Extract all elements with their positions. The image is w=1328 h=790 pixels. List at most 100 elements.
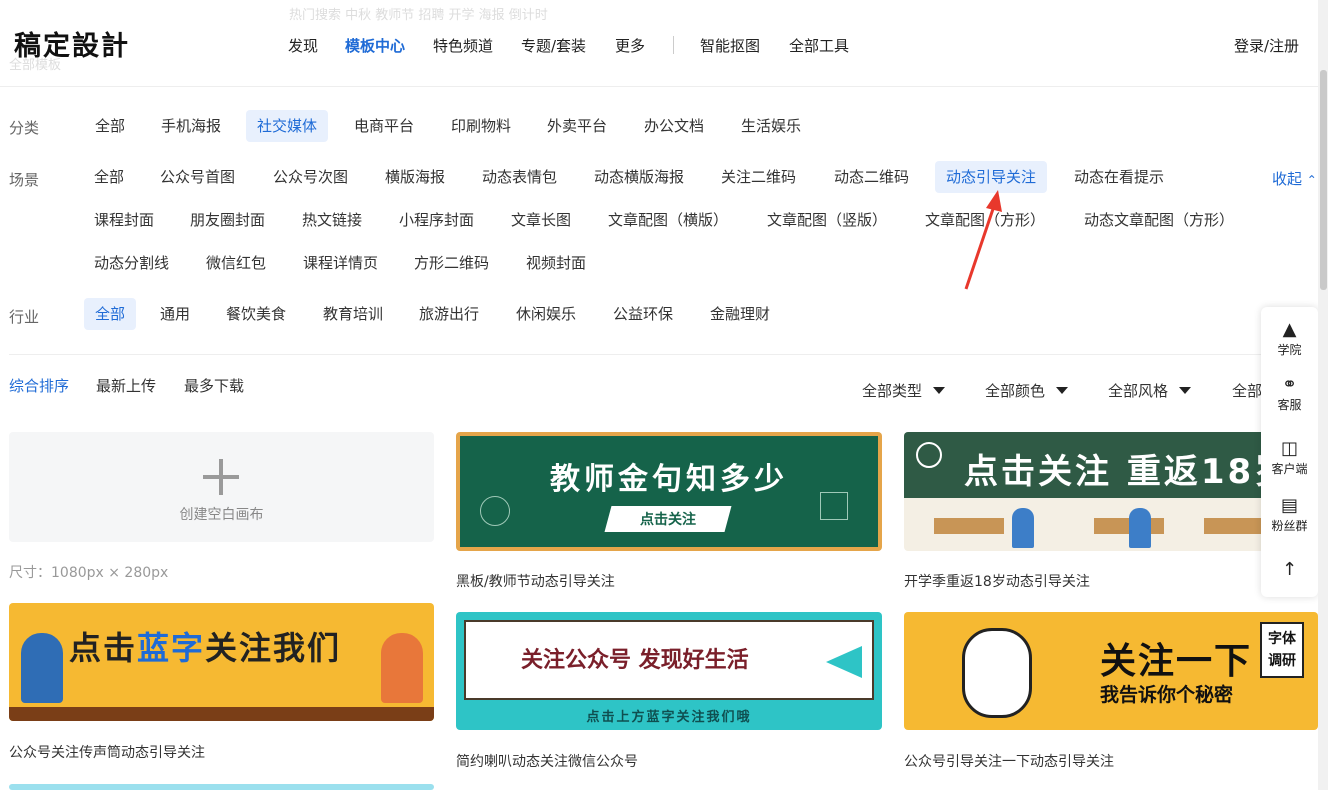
- nav-all-tools[interactable]: 全部工具: [789, 35, 849, 56]
- sort-comprehensive[interactable]: 综合排序: [9, 375, 69, 396]
- side-desktop-client[interactable]: ◫ 客户端: [1261, 438, 1318, 477]
- sort-most-downloaded[interactable]: 最多下载: [184, 375, 244, 396]
- scene-article-image-landscape[interactable]: 文章配图（横版）: [597, 204, 739, 236]
- category-print[interactable]: 印刷物料: [440, 110, 522, 142]
- graduation-cap-icon: ▲: [1282, 319, 1297, 340]
- template-art-subtitle: 点击上方蓝字关注我们哦: [586, 710, 752, 725]
- doodle-icon: [820, 492, 848, 520]
- scene-square-qrcode[interactable]: 方形二维码: [403, 247, 500, 279]
- chat-bubble-icon: ▤: [1280, 495, 1298, 516]
- scene-follow-qrcode[interactable]: 关注二维码: [710, 161, 807, 193]
- template-art-badge: 字体调研: [1260, 622, 1304, 678]
- template-card-blackboard[interactable]: 教师金句知多少 点击关注: [456, 432, 882, 551]
- nav-topics-sets[interactable]: 专题/套装: [521, 35, 586, 56]
- scene-miniapp-cover[interactable]: 小程序封面: [388, 204, 485, 236]
- scene-wechat-secondary[interactable]: 公众号次图: [262, 161, 359, 193]
- side-support[interactable]: ⚭ 客服: [1261, 374, 1318, 413]
- filter-divider: [9, 354, 1314, 355]
- category-mobile-poster[interactable]: 手机海报: [150, 110, 232, 142]
- scrollbar-thumb[interactable]: [1320, 70, 1327, 290]
- scene-animated-landscape-poster[interactable]: 动态横版海报: [583, 161, 695, 193]
- scene-all[interactable]: 全部: [83, 161, 135, 193]
- industry-environment[interactable]: 公益环保: [602, 298, 684, 330]
- side-academy-label: 学院: [1277, 343, 1302, 357]
- category-all[interactable]: 全部: [84, 110, 136, 142]
- caret-down-icon: [933, 387, 946, 394]
- scene-hot-article-link[interactable]: 热文链接: [291, 204, 373, 236]
- collapse-button[interactable]: 收起 ⌃: [1272, 168, 1317, 189]
- scene-animated-qrcode[interactable]: 动态二维码: [823, 161, 920, 193]
- category-lifestyle[interactable]: 生活娱乐: [730, 110, 812, 142]
- canvas-size-text: 尺寸：1080px × 280px: [9, 565, 169, 581]
- industry-all[interactable]: 全部: [84, 298, 137, 330]
- scene-animated-article-image-square[interactable]: 动态文章配图（方形）: [1073, 204, 1245, 236]
- template-caption[interactable]: 黑板/教师节动态引导关注: [456, 571, 615, 591]
- nav-discover[interactable]: 发现: [288, 35, 318, 56]
- scene-landscape-poster[interactable]: 横版海报: [374, 161, 456, 193]
- scene-article-image-portrait[interactable]: 文章配图（竖版）: [756, 204, 898, 236]
- category-delivery[interactable]: 外卖平台: [536, 110, 618, 142]
- template-caption[interactable]: 公众号关注传声筒动态引导关注: [9, 742, 205, 762]
- filter-color-label: 全部颜色: [985, 382, 1046, 400]
- template-card-follow-blue-words[interactable]: 点击蓝字关注我们: [9, 603, 434, 721]
- character-graphic: [962, 628, 1032, 718]
- plus-icon: [203, 459, 239, 495]
- nav-more[interactable]: 更多: [615, 35, 645, 56]
- nav-template-center[interactable]: 模板中心: [345, 35, 405, 56]
- industry-finance[interactable]: 金融理财: [699, 298, 781, 330]
- caret-down-icon: [1056, 387, 1069, 394]
- template-art-subtitle: 我告诉你个秘密: [1100, 684, 1234, 706]
- filter-type-dropdown[interactable]: 全部类型: [862, 380, 946, 401]
- template-caption[interactable]: 简约喇叭动态关注微信公众号: [456, 751, 638, 771]
- industry-food[interactable]: 餐饮美食: [215, 298, 297, 330]
- sort-newest[interactable]: 最新上传: [96, 375, 156, 396]
- student-graphic: [1129, 508, 1151, 548]
- create-blank-canvas-card[interactable]: 创建空白画布: [9, 432, 434, 542]
- desk-graphic: [1204, 518, 1264, 534]
- industry-travel[interactable]: 旅游出行: [408, 298, 490, 330]
- side-fan-group[interactable]: ▤ 粉丝群: [1261, 495, 1318, 534]
- industry-leisure[interactable]: 休闲娱乐: [505, 298, 587, 330]
- industry-general[interactable]: 通用: [149, 298, 201, 330]
- template-card-peek[interactable]: [9, 784, 434, 790]
- scene-moments-cover[interactable]: 朋友圈封面: [179, 204, 276, 236]
- nav-featured-channel[interactable]: 特色频道: [433, 35, 493, 56]
- template-card-back-to-18[interactable]: 点击关注 重返18岁: [904, 432, 1318, 551]
- side-academy[interactable]: ▲ 学院: [1261, 319, 1318, 358]
- template-caption[interactable]: 开学季重返18岁动态引导关注: [904, 571, 1090, 591]
- filter-style-label: 全部风格: [1108, 382, 1169, 400]
- category-ecommerce[interactable]: 电商平台: [343, 110, 425, 142]
- template-card-megaphone[interactable]: 关注公众号 发现好生活 点击上方蓝字关注我们哦: [456, 612, 882, 730]
- scene-wechat-red-envelope[interactable]: 微信红包: [195, 247, 277, 279]
- megaphone-icon: [826, 646, 862, 678]
- industry-education[interactable]: 教育培训: [312, 298, 394, 330]
- scene-animated-divider[interactable]: 动态分割线: [83, 247, 180, 279]
- create-blank-canvas-label: 创建空白画布: [179, 507, 264, 523]
- nav-smart-cutout[interactable]: 智能抠图: [700, 35, 760, 56]
- scene-course-detail[interactable]: 课程详情页: [292, 247, 389, 279]
- student-graphic: [1012, 508, 1034, 548]
- desk-graphic: [934, 518, 1004, 534]
- filter-more-dropdown[interactable]: 全部: [1232, 380, 1262, 401]
- scene-animated-sticker[interactable]: 动态表情包: [471, 161, 568, 193]
- category-office-docs[interactable]: 办公文档: [633, 110, 715, 142]
- filter-style-dropdown[interactable]: 全部风格: [1108, 380, 1192, 401]
- template-card-follow-secret[interactable]: 关注一下 我告诉你个秘密 字体调研: [904, 612, 1318, 730]
- filter-color-dropdown[interactable]: 全部颜色: [985, 380, 1069, 401]
- industry-label: 行业: [9, 308, 40, 326]
- login-register-link[interactable]: 登录/注册: [1234, 35, 1299, 56]
- template-caption[interactable]: 公众号引导关注一下动态引导关注: [904, 751, 1114, 771]
- back-to-top-button[interactable]: ↑: [1261, 559, 1318, 581]
- scene-wechat-cover[interactable]: 公众号首图: [149, 161, 246, 193]
- scene-long-article-image[interactable]: 文章长图: [500, 204, 582, 236]
- template-art-title: 点击关注 重返18岁: [964, 452, 1292, 492]
- category-social-media[interactable]: 社交媒体: [246, 110, 329, 142]
- scene-video-cover[interactable]: 视频封面: [515, 247, 597, 279]
- site-logo[interactable]: 稿定設計: [14, 24, 130, 63]
- arrow-up-icon: ↑: [1281, 559, 1298, 580]
- template-thumbnail: 关注公众号 发现好生活: [464, 620, 874, 700]
- top-header: 热门搜索 中秋 教师节 招聘 开学 海报 倒计时 全部模板 稿定設計 发现 模板…: [0, 0, 1318, 87]
- filter-more-label: 全部: [1232, 382, 1263, 400]
- scene-animated-reading-tip[interactable]: 动态在看提示: [1063, 161, 1175, 193]
- scene-course-cover[interactable]: 课程封面: [83, 204, 165, 236]
